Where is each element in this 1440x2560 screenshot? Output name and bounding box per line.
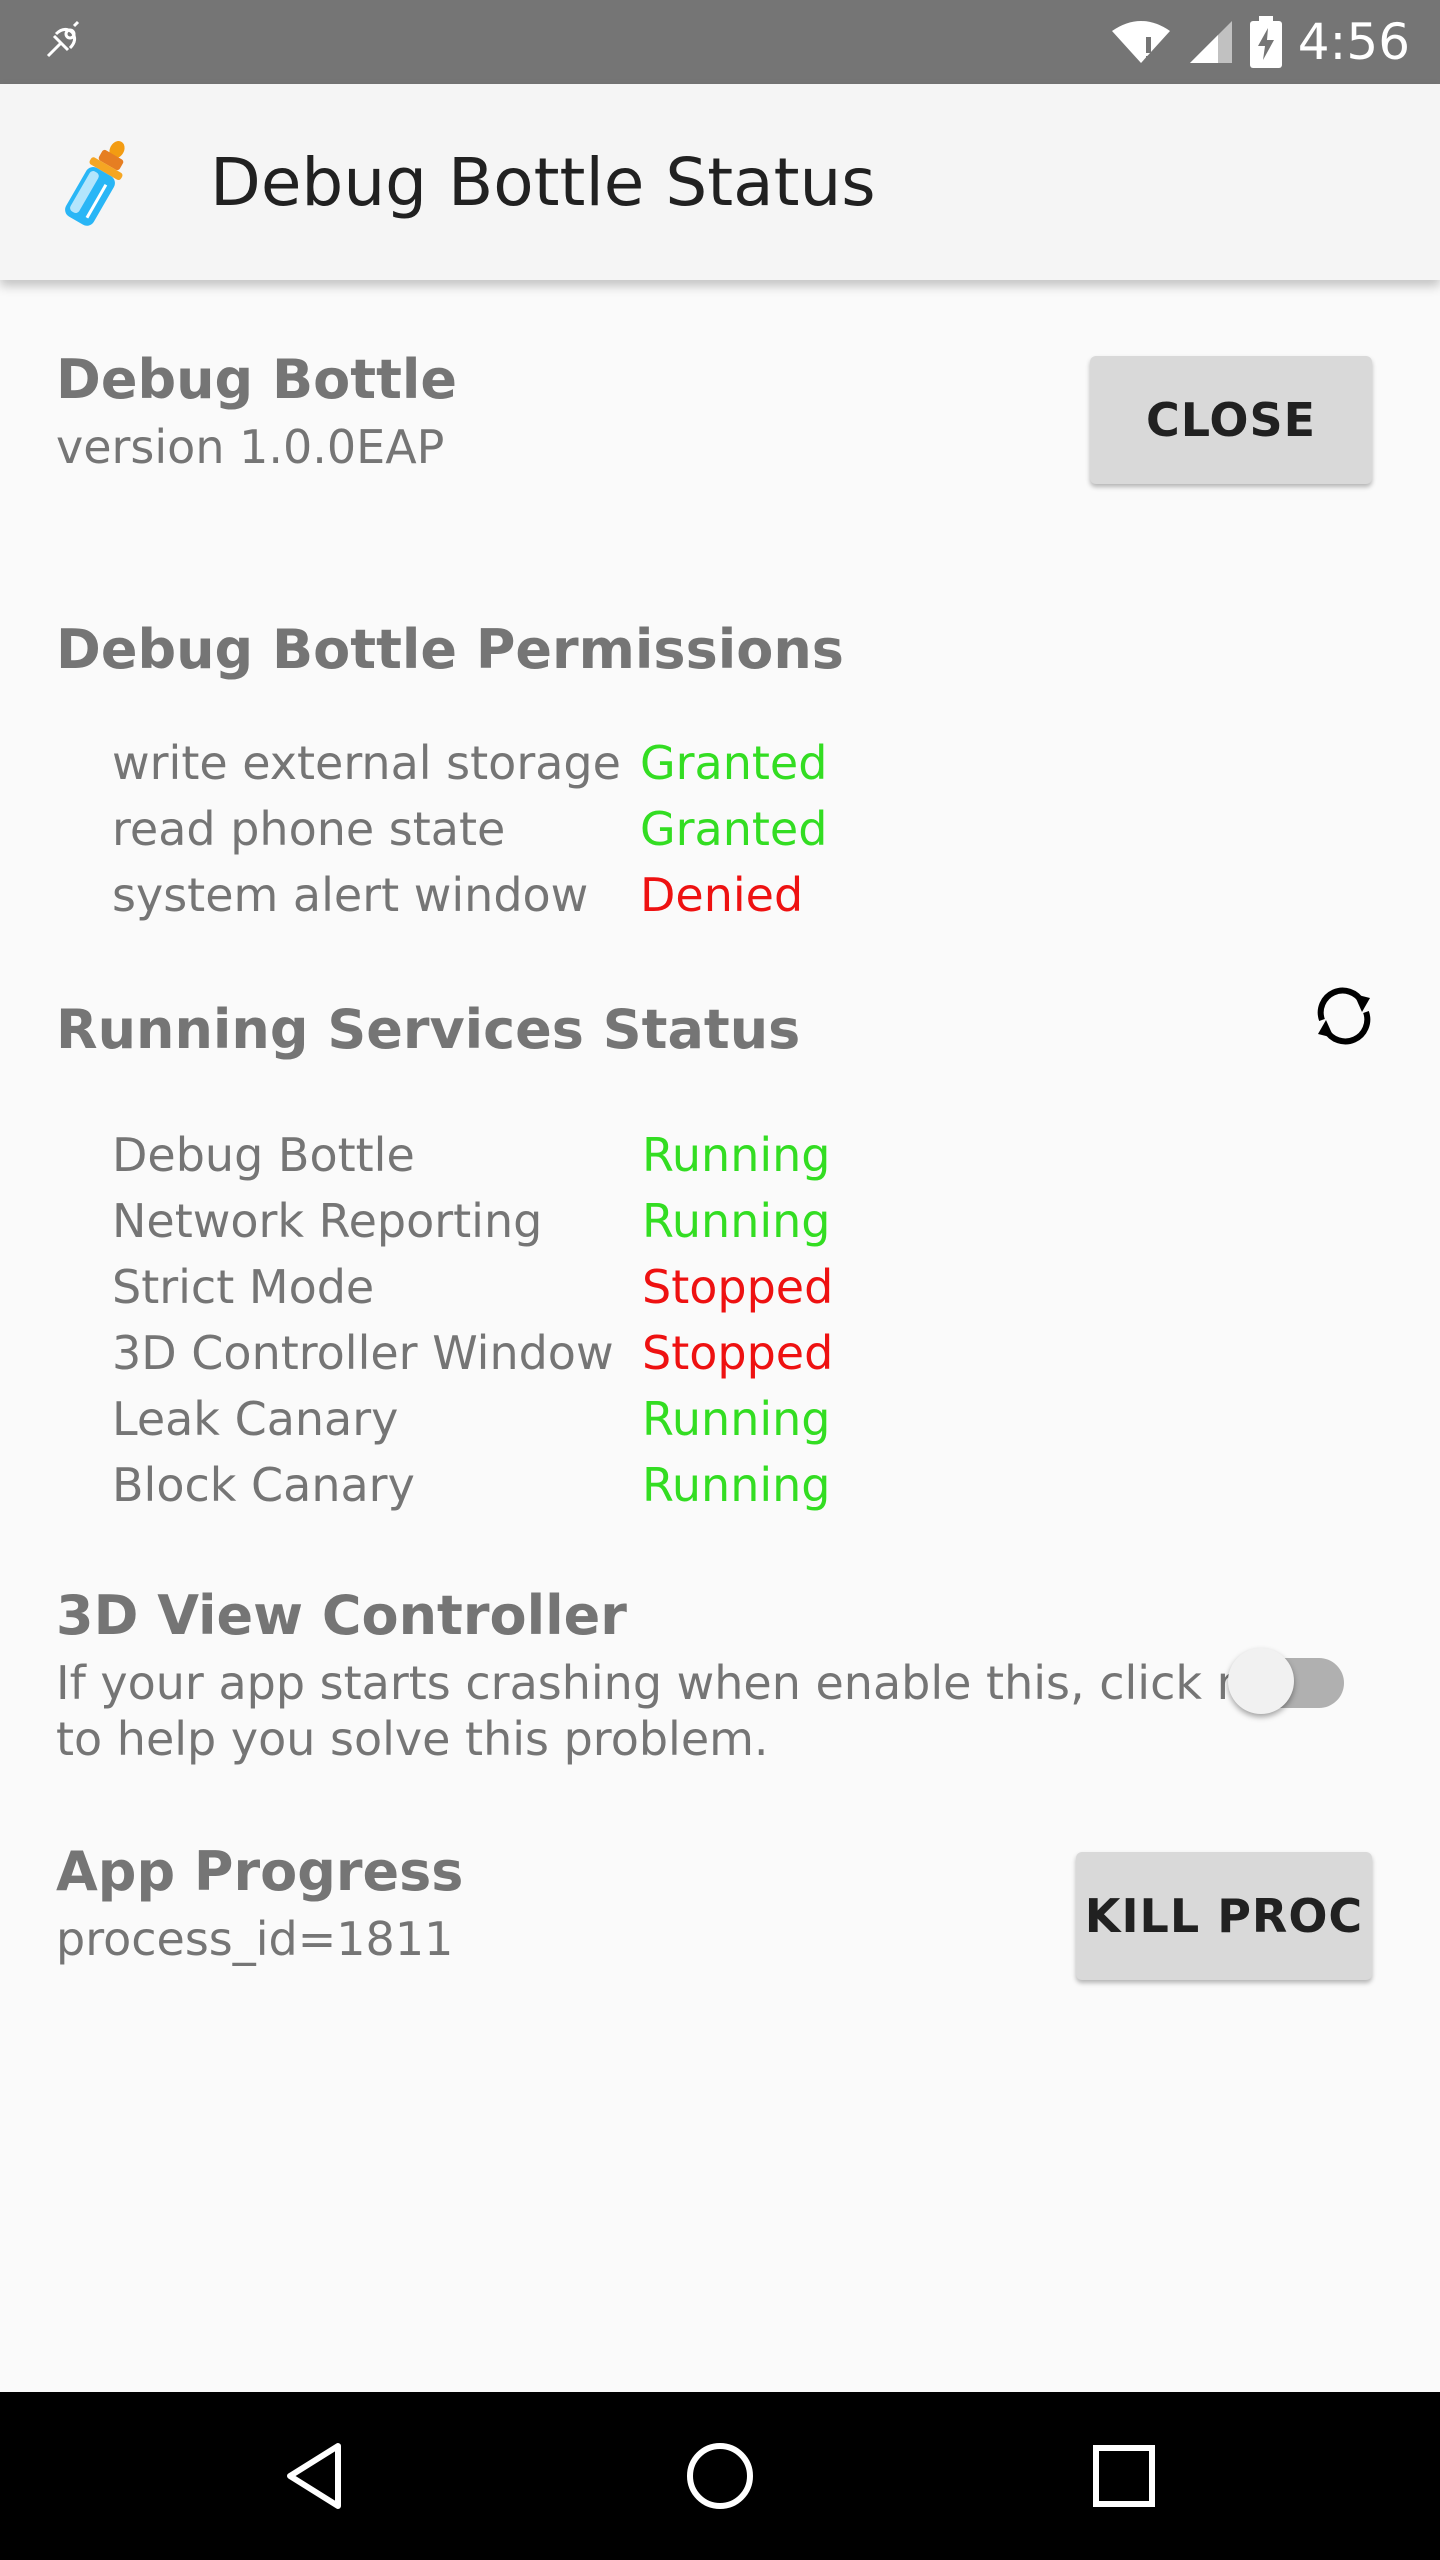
clock: 4:56 (1297, 13, 1410, 71)
back-icon[interactable] (276, 2436, 356, 2516)
status-bar: 4:56 (0, 0, 1440, 84)
service-status: Running (642, 1194, 831, 1248)
app-progress-title: App Progress (56, 1840, 464, 1903)
close-button[interactable]: CLOSE (1090, 356, 1372, 484)
signal-icon (1189, 21, 1232, 63)
permission-status: Denied (640, 868, 804, 922)
kill-proc-button[interactable]: KILL PROC (1076, 1852, 1372, 1980)
navigation-bar (0, 2392, 1440, 2560)
debug-icon (46, 20, 80, 58)
app-bar: Debug Bottle Status (0, 84, 1440, 280)
app-name: Debug Bottle (56, 348, 458, 411)
toggle-thumb (1228, 1648, 1294, 1714)
permission-label: system alert window (112, 868, 589, 922)
service-status: Running (642, 1458, 831, 1512)
status-icons: 4:56 (1110, 0, 1410, 84)
home-icon[interactable] (680, 2436, 760, 2516)
view-controller-description-line2: to help you solve this problem. (56, 1712, 769, 1766)
app-bar-title: Debug Bottle Status (210, 143, 876, 221)
permission-label: write external storage (112, 736, 621, 790)
permission-status: Granted (640, 736, 828, 790)
service-status: Stopped (642, 1260, 834, 1314)
service-status: Running (642, 1392, 831, 1446)
permission-status: Granted (640, 802, 828, 856)
service-status: Running (642, 1128, 831, 1182)
view-controller-description-line1: If your app starts crashing when enable … (56, 1656, 1290, 1710)
view-controller-title: 3D View Controller (56, 1584, 627, 1647)
service-label: Network Reporting (112, 1194, 543, 1248)
service-label: Strict Mode (112, 1260, 375, 1314)
service-label: Debug Bottle (112, 1128, 415, 1182)
permissions-title: Debug Bottle Permissions (56, 618, 844, 681)
permission-label: read phone state (112, 802, 506, 856)
recents-icon[interactable] (1084, 2436, 1164, 2516)
service-label: 3D Controller Window (112, 1326, 614, 1380)
service-label: Leak Canary (112, 1392, 399, 1446)
battery-charging-icon (1249, 16, 1282, 68)
view-controller-toggle[interactable] (1226, 1640, 1352, 1714)
app-version: version 1.0.0EAP (56, 420, 445, 474)
service-label: Block Canary (112, 1458, 415, 1512)
service-status: Stopped (642, 1326, 834, 1380)
wifi-icon (1111, 21, 1170, 63)
process-id: process_id=1811 (56, 1912, 454, 1966)
refresh-icon[interactable] (1308, 980, 1380, 1052)
services-title: Running Services Status (56, 998, 801, 1061)
baby-bottle-icon (65, 141, 125, 226)
